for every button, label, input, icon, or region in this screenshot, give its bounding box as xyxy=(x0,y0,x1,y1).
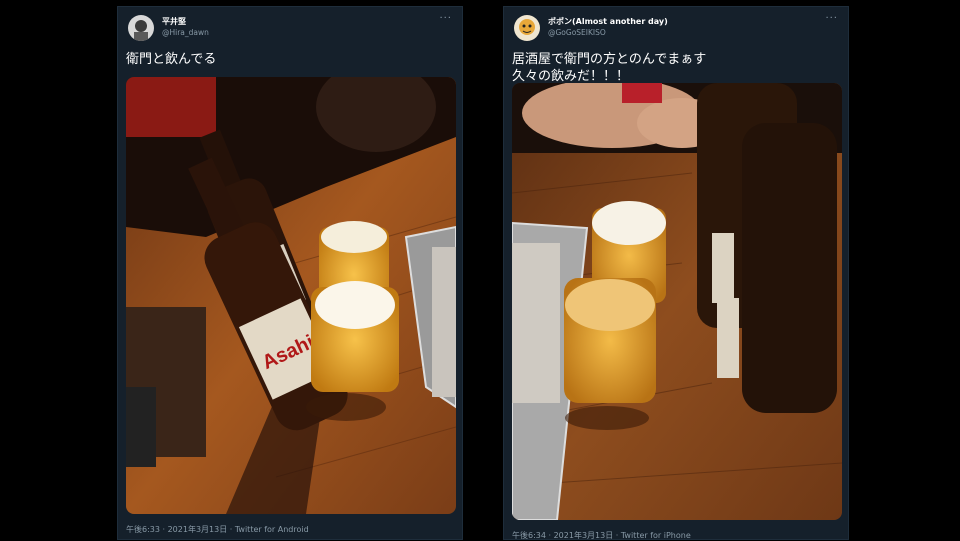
tweet-text: 衛門と飲んでる xyxy=(126,52,217,67)
tweet-card-2[interactable]: ポポン(Almost another day) @GoGoSEIKISO ···… xyxy=(503,6,849,540)
author-name[interactable]: 平井堅 xyxy=(162,16,186,27)
tweet-photo[interactable]: Asahi xyxy=(126,77,456,514)
more-options-icon[interactable]: ··· xyxy=(825,13,838,24)
tweet-photo[interactable] xyxy=(512,83,842,520)
tweet-text: 居酒屋で衛門の方とのんでまぁす 久々の飲みだ！！！ xyxy=(512,51,706,85)
more-options-icon[interactable]: ··· xyxy=(439,13,452,24)
author-handle[interactable]: @Hira_dawn xyxy=(162,28,209,37)
tweet-timestamp[interactable]: 午後6:33 · 2021年3月13日 · Twitter for Androi… xyxy=(126,524,309,535)
tweet-card-1[interactable]: 平井堅 @Hira_dawn ··· 衛門と飲んでる Asahi 午後6:33 … xyxy=(117,6,463,540)
author-name[interactable]: ポポン(Almost another day) xyxy=(548,16,668,27)
author-handle[interactable]: @GoGoSEIKISO xyxy=(548,28,606,37)
avatar[interactable] xyxy=(128,15,154,41)
tweet-text-line-1: 居酒屋で衛門の方とのんでまぁす xyxy=(512,52,707,67)
avatar[interactable] xyxy=(514,15,540,41)
tweet-timestamp[interactable]: 午後6:34 · 2021年3月13日 · Twitter for iPhone xyxy=(512,530,691,541)
